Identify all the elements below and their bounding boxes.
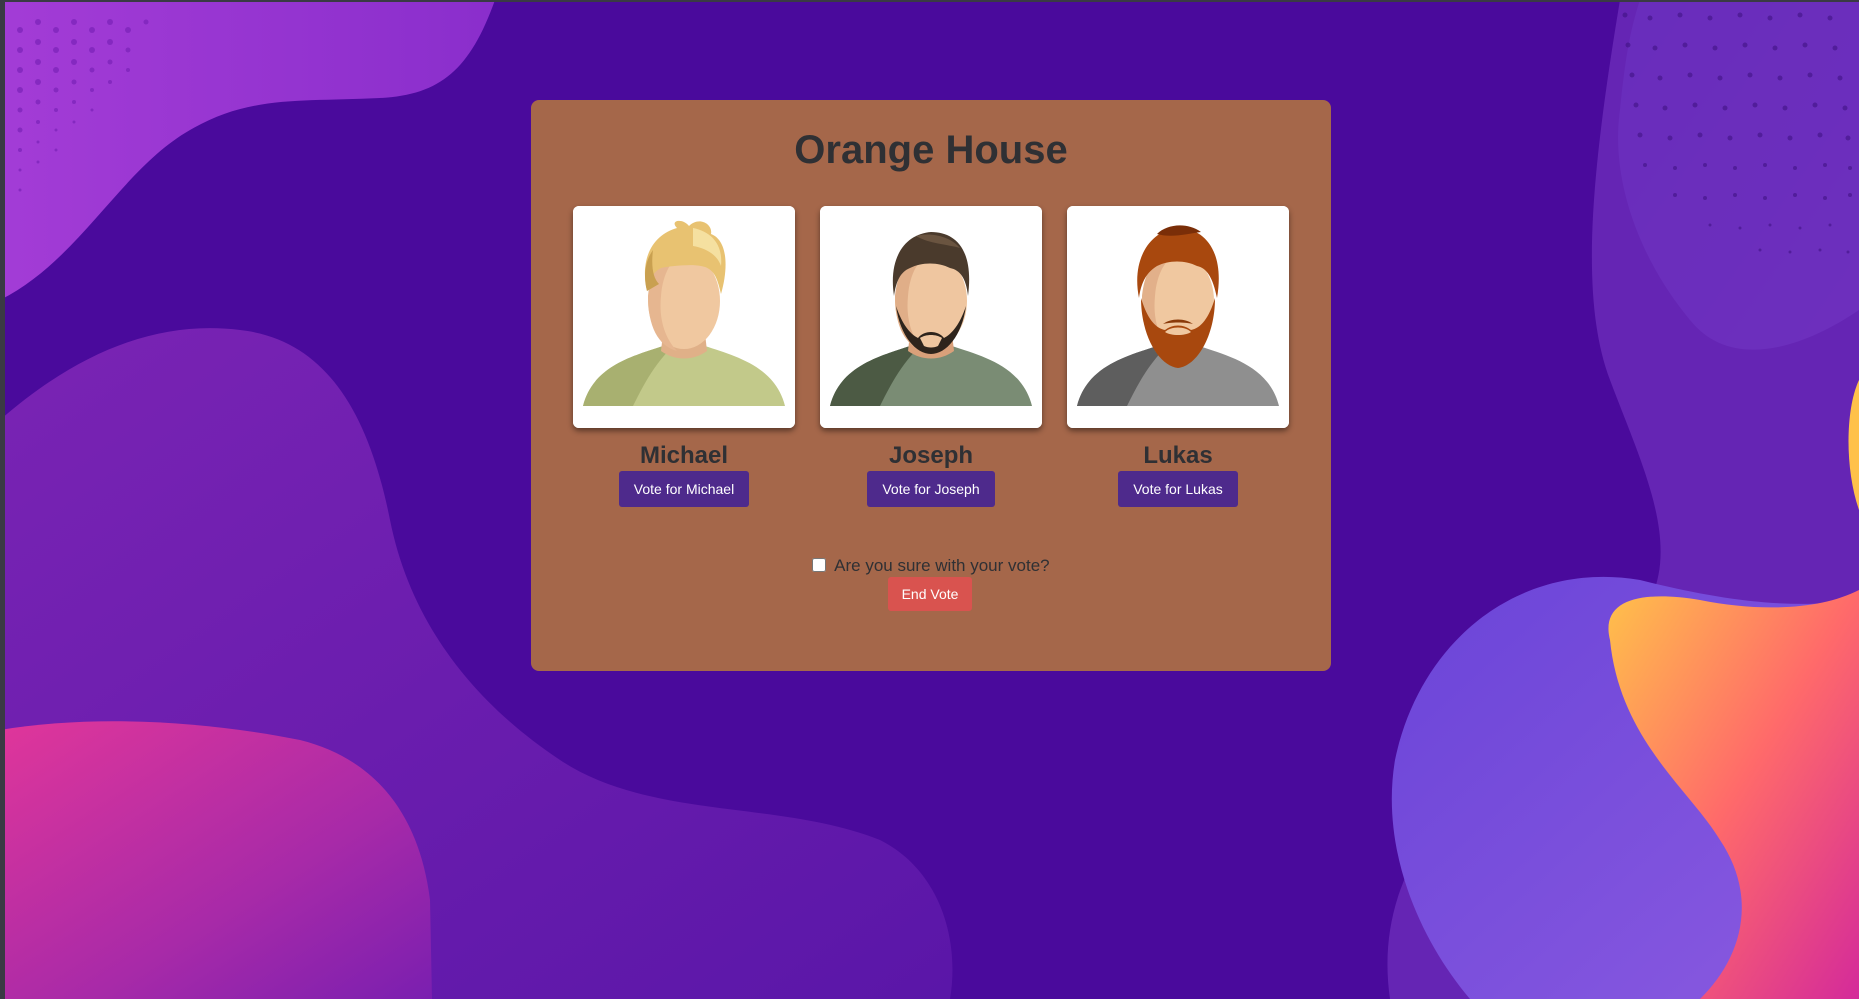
window-left-border bbox=[0, 0, 5, 999]
candidate-photo bbox=[820, 206, 1042, 428]
window-top-border bbox=[0, 0, 1859, 2]
candidate-name: Joseph bbox=[888, 442, 974, 469]
avatar-icon bbox=[1067, 206, 1289, 428]
candidate-card-joseph: Joseph Vote for Joseph bbox=[820, 206, 1042, 507]
candidate-card-michael: Michael Vote for Michael bbox=[573, 206, 795, 507]
avatar-icon bbox=[820, 206, 1042, 428]
voting-panel: Orange House Michael Vote for Michael Jo… bbox=[531, 100, 1331, 671]
candidate-photo bbox=[1067, 206, 1289, 428]
confirm-vote-row: Are you sure with your vote? bbox=[531, 556, 1331, 576]
candidate-card-lukas: Lukas Vote for Lukas bbox=[1067, 206, 1289, 507]
confirm-vote-checkbox[interactable] bbox=[812, 558, 827, 572]
avatar-icon bbox=[573, 206, 795, 428]
house-title: Orange House bbox=[794, 128, 1068, 172]
vote-joseph-button[interactable]: Vote for Joseph bbox=[867, 471, 995, 507]
candidate-photo bbox=[573, 206, 795, 428]
candidate-name: Michael bbox=[639, 442, 729, 469]
vote-lukas-button[interactable]: Vote for Lukas bbox=[1118, 471, 1238, 507]
vote-michael-button[interactable]: Vote for Michael bbox=[618, 471, 750, 507]
end-vote-button[interactable]: End Vote bbox=[888, 577, 972, 611]
candidate-name: Lukas bbox=[1143, 442, 1213, 469]
confirm-vote-label: Are you sure with your vote? bbox=[834, 556, 1050, 575]
